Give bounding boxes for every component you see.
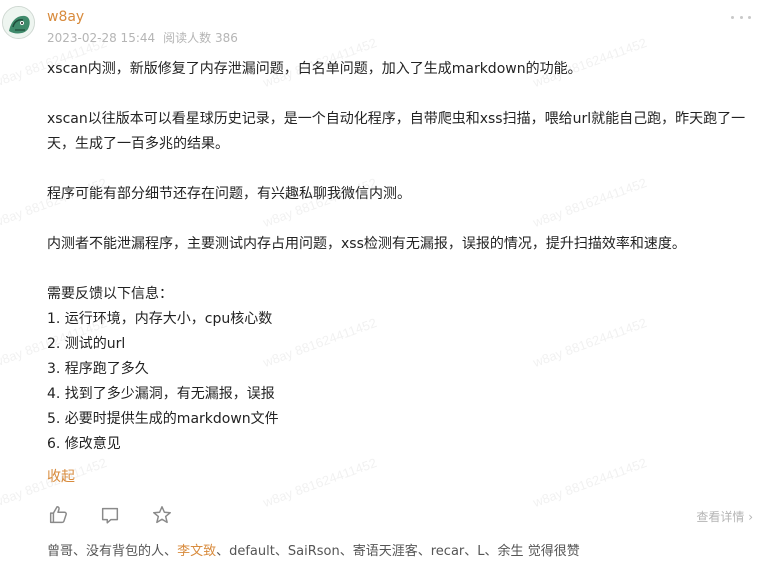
feedback-title: 需要反馈以下信息： (47, 286, 173, 302)
paragraph-2: xscan以往版本可以看星球历史记录，是一个自动化程序，自带爬虫和xss扫描，喂… (47, 111, 746, 152)
liker-name[interactable]: recar (431, 544, 465, 559)
liker-name[interactable]: default (229, 544, 275, 559)
like-button[interactable] (47, 504, 69, 526)
watermark-text: w8ay 881624411452 (261, 454, 379, 511)
liker-name[interactable]: 寄语天涯客 (353, 544, 418, 559)
liked-suffix: 觉得很赞 (523, 544, 580, 559)
star-icon (153, 506, 171, 524)
action-bar (47, 504, 173, 526)
liker-name[interactable]: 没有背包的人 (86, 544, 164, 559)
feedback-item: 3. 程序跑了多久 (47, 361, 149, 377)
read-count: 阅读人数 386 (163, 31, 238, 45)
comment-button[interactable] (99, 504, 121, 526)
view-details-link[interactable]: 查看详情 › (696, 508, 753, 525)
thumbs-up-icon (49, 506, 67, 524)
more-options-icon[interactable] (731, 10, 751, 24)
post-date: 2023-02-28 15:44 (47, 31, 156, 45)
avatar-image (3, 7, 34, 38)
watermark-text: w8ay 881624411452 (531, 454, 649, 511)
feedback-item: 1. 运行环境，内存大小，cpu核心数 (47, 311, 273, 327)
post-content: xscan内测，新版修复了内存泄漏问题，白名单问题，加入了生成markdown的… (47, 57, 747, 457)
liker-name[interactable]: 余生 (498, 544, 524, 559)
comment-icon (101, 507, 119, 524)
liker-name[interactable]: L (477, 544, 484, 559)
liker-name[interactable]: 李文致 (177, 544, 216, 559)
feedback-item: 4. 找到了多少漏洞，有无漏报，误报 (47, 386, 275, 402)
feedback-item: 5. 必要时提供生成的markdown文件 (47, 411, 279, 427)
feedback-item: 6. 修改意见 (47, 436, 121, 452)
avatar[interactable] (2, 6, 35, 39)
liker-name[interactable]: 曾哥 (47, 544, 73, 559)
post-meta: 2023-02-28 15:44 阅读人数 386 (47, 29, 238, 46)
paragraph-1: xscan内测，新版修复了内存泄漏问题，白名单问题，加入了生成markdown的… (47, 61, 582, 77)
liked-by-list: 曾哥、没有背包的人、李文致、default、SaiRson、寄语天涯客、reca… (47, 544, 580, 559)
username[interactable]: w8ay (47, 9, 84, 25)
favorite-button[interactable] (151, 504, 173, 526)
liker-name[interactable]: SaiRson (288, 544, 340, 559)
paragraph-4: 内测者不能泄漏程序，主要测试内存占用问题，xss检测有无漏报，误报的情况，提升扫… (47, 236, 686, 252)
paragraph-3: 程序可能有部分细节还存在问题，有兴趣私聊我微信内测。 (47, 186, 411, 202)
feedback-item: 2. 测试的url (47, 336, 126, 352)
collapse-link[interactable]: 收起 (47, 466, 75, 486)
